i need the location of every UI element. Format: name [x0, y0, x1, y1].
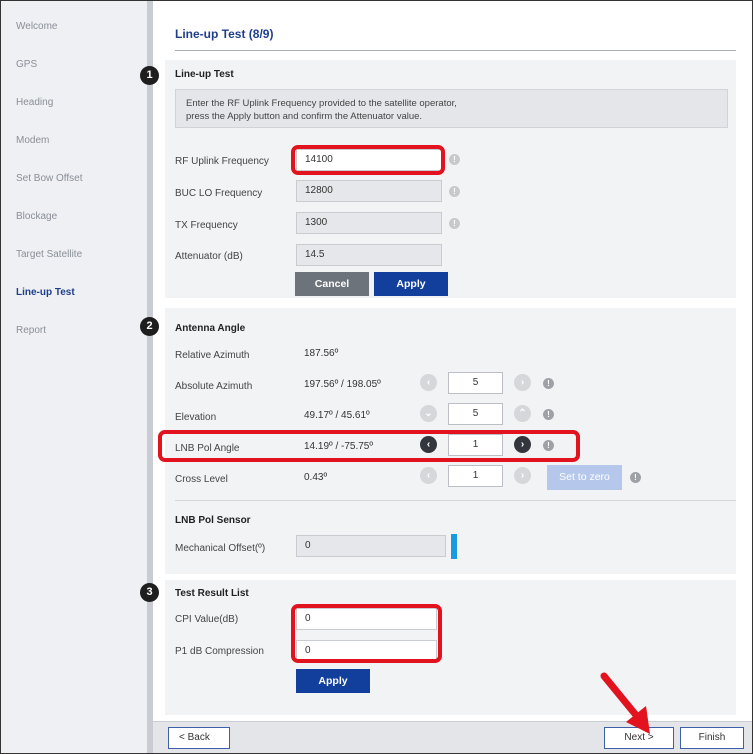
sidebar-item-modem[interactable]: Modem	[16, 135, 49, 146]
chevron-down-icon[interactable]: ⌄	[420, 405, 437, 422]
rf-uplink-label: RF Uplink Frequency	[175, 156, 269, 167]
info-line-2: press the Apply button and confirm the A…	[186, 111, 423, 122]
sidebar-item-heading[interactable]: Heading	[16, 97, 53, 108]
chevron-right-icon[interactable]: ›	[514, 374, 531, 391]
p1-db-compression-label: P1 dB Compression	[175, 646, 264, 657]
chevron-left-icon[interactable]: ‹	[420, 374, 437, 391]
elevation-stepper[interactable]: 5	[448, 403, 503, 425]
sidebar	[1, 1, 147, 753]
cross-level-label: Cross Level	[175, 474, 228, 485]
highlight-test-results	[291, 604, 442, 663]
results-section-title: Test Result List	[175, 588, 249, 599]
sidebar-item-report[interactable]: Report	[16, 325, 46, 336]
cpi-value-label: CPI Value(dB)	[175, 614, 239, 625]
info-icon: !	[543, 378, 554, 389]
chevron-right-icon[interactable]: ›	[514, 467, 531, 484]
elevation-value: 49.17º / 45.61º	[304, 410, 370, 421]
chevron-left-icon[interactable]: ‹	[420, 467, 437, 484]
info-icon: !	[630, 472, 641, 483]
title-divider	[175, 50, 736, 51]
info-icon: !	[449, 186, 460, 197]
highlight-rf-uplink	[291, 145, 445, 175]
back-button[interactable]: < Back	[168, 727, 230, 749]
antenna-section-title: Antenna Angle	[175, 323, 246, 334]
arrow-shaft	[600, 672, 644, 724]
arrow-icon	[600, 672, 650, 734]
relative-azimuth-value: 187.56º	[304, 348, 339, 359]
attenuator-field: 14.5	[296, 244, 442, 266]
highlight-lnb-pol-angle	[158, 430, 580, 462]
lineup-info-box: Enter the RF Uplink Frequency provided t…	[175, 89, 728, 128]
info-icon: !	[449, 218, 460, 229]
mechanical-offset-label: Mechanical Offset(º)	[175, 543, 266, 554]
absolute-azimuth-label: Absolute Azimuth	[175, 381, 253, 392]
sidebar-item-line-up-test[interactable]: Line-up Test	[16, 287, 75, 298]
cross-level-value: 0.43º	[304, 472, 328, 483]
attenuator-label: Attenuator (dB)	[175, 251, 243, 262]
apply-button[interactable]: Apply	[374, 272, 448, 296]
sidebar-item-set-bow-offset[interactable]: Set Bow Offset	[16, 173, 83, 184]
absolute-azimuth-value: 197.56º / 198.05º	[304, 379, 381, 390]
elevation-label: Elevation	[175, 412, 217, 423]
absolute-azimuth-stepper[interactable]: 5	[448, 372, 503, 394]
section-divider	[175, 500, 736, 501]
info-line-1: Enter the RF Uplink Frequency provided t…	[186, 98, 457, 109]
cross-level-stepper[interactable]: 1	[448, 465, 503, 487]
pol-sensor-indicator	[451, 534, 457, 559]
buc-lo-label: BUC LO Frequency	[175, 188, 263, 199]
finish-button[interactable]: Finish	[680, 727, 744, 749]
sidebar-item-gps[interactable]: GPS	[16, 59, 37, 70]
cancel-button[interactable]: Cancel	[295, 272, 369, 296]
step-badge-2: 2	[140, 317, 159, 336]
sidebar-item-blockage[interactable]: Blockage	[16, 211, 57, 222]
results-apply-button[interactable]: Apply	[296, 669, 370, 693]
set-to-zero-button[interactable]: Set to zero	[547, 465, 622, 490]
sidebar-item-welcome[interactable]: Welcome	[16, 21, 58, 32]
tx-frequency-label: TX Frequency	[175, 220, 238, 231]
step-badge-1: 1	[140, 66, 159, 85]
page-title: Line-up Test (8/9)	[175, 27, 274, 41]
relative-azimuth-label: Relative Azimuth	[175, 350, 250, 361]
buc-lo-field: 12800	[296, 180, 442, 202]
lineup-section-title: Line-up Test	[175, 69, 234, 80]
step-badge-3: 3	[140, 583, 159, 602]
tx-frequency-field: 1300	[296, 212, 442, 234]
sidebar-item-target-satellite[interactable]: Target Satellite	[16, 249, 82, 260]
chevron-up-icon[interactable]: ⌃	[514, 405, 531, 422]
mechanical-offset-field: 0	[296, 535, 446, 557]
info-icon: !	[543, 409, 554, 420]
info-icon: !	[449, 154, 460, 165]
lnb-pol-sensor-title: LNB Pol Sensor	[175, 515, 251, 526]
